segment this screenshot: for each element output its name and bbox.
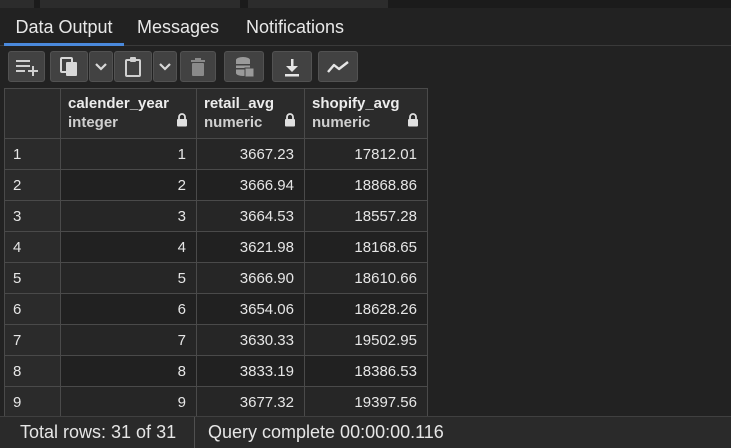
table-row[interactable]: 7 7 3630.33 19502.95: [4, 324, 428, 356]
row-number[interactable]: 9: [4, 386, 61, 416]
cell-calender-year[interactable]: 4: [60, 231, 197, 263]
cell-shopify-avg[interactable]: 19502.95: [304, 324, 428, 356]
row-number[interactable]: 3: [4, 200, 61, 232]
cell-retail-avg[interactable]: 3621.98: [196, 231, 305, 263]
row-number[interactable]: 6: [4, 293, 61, 325]
tab-notifications[interactable]: Notifications: [234, 8, 356, 46]
column-header-retail-avg[interactable]: retail_avg numeric: [196, 88, 305, 139]
row-number-header: [4, 88, 61, 139]
table-row[interactable]: 4 4 3621.98 18168.65: [4, 231, 428, 263]
cell-retail-avg[interactable]: 3630.33: [196, 324, 305, 356]
cell-retail-avg[interactable]: 3664.53: [196, 200, 305, 232]
table-row[interactable]: 9 9 3677.32 19397.56: [4, 386, 428, 416]
cell-shopify-avg[interactable]: 18168.65: [304, 231, 428, 263]
cell-calender-year[interactable]: 3: [60, 200, 197, 232]
column-name: calender_year: [68, 94, 169, 112]
cell-calender-year[interactable]: 5: [60, 262, 197, 294]
top-panel-edge: [0, 0, 731, 8]
grid-header-row: calender_year integer retail_avg numeric: [4, 88, 428, 139]
lock-icon: [177, 112, 187, 126]
status-bar: Total rows: 31 of 31 Query complete 00:0…: [0, 416, 731, 448]
copy-button[interactable]: [50, 51, 88, 82]
table-row[interactable]: 1 1 3667.23 17812.01: [4, 138, 428, 170]
row-number[interactable]: 4: [4, 231, 61, 263]
cell-shopify-avg[interactable]: 18610.66: [304, 262, 428, 294]
download-button[interactable]: [272, 51, 312, 82]
delete-button[interactable]: [180, 51, 216, 82]
lock-icon: [285, 112, 295, 126]
data-toolbar: [0, 46, 731, 88]
cell-retail-avg[interactable]: 3654.06: [196, 293, 305, 325]
cell-shopify-avg[interactable]: 18868.86: [304, 169, 428, 201]
row-number[interactable]: 8: [4, 355, 61, 387]
cell-retail-avg[interactable]: 3833.19: [196, 355, 305, 387]
cell-retail-avg[interactable]: 3666.94: [196, 169, 305, 201]
graph-visualiser-button[interactable]: [318, 51, 358, 82]
table-row[interactable]: 6 6 3654.06 18628.26: [4, 293, 428, 325]
table-row[interactable]: 5 5 3666.90 18610.66: [4, 262, 428, 294]
chevron-down-icon: [159, 62, 171, 71]
cell-shopify-avg[interactable]: 19397.56: [304, 386, 428, 416]
download-icon: [285, 58, 299, 76]
cell-shopify-avg[interactable]: 18386.53: [304, 355, 428, 387]
line-chart-icon: [327, 60, 349, 73]
cell-calender-year[interactable]: 1: [60, 138, 197, 170]
row-number[interactable]: 2: [4, 169, 61, 201]
status-divider: [194, 417, 195, 448]
add-row-button[interactable]: [8, 51, 45, 82]
table-row[interactable]: 2 2 3666.94 18868.86: [4, 169, 428, 201]
cell-shopify-avg[interactable]: 17812.01: [304, 138, 428, 170]
column-name: retail_avg: [204, 94, 275, 112]
database-save-icon: [236, 56, 255, 77]
tab-data-output[interactable]: Data Output: [4, 8, 124, 46]
cell-shopify-avg[interactable]: 18628.26: [304, 293, 428, 325]
total-rows-text: Total rows: 31 of 31: [20, 422, 177, 442]
trash-icon: [191, 57, 205, 76]
cell-calender-year[interactable]: 6: [60, 293, 197, 325]
row-number[interactable]: 5: [4, 262, 61, 294]
cell-calender-year[interactable]: 2: [60, 169, 197, 201]
save-data-button[interactable]: [224, 51, 264, 82]
cell-retail-avg[interactable]: 3667.23: [196, 138, 305, 170]
cell-retail-avg[interactable]: 3666.90: [196, 262, 305, 294]
chevron-down-icon: [95, 62, 107, 71]
column-header-calender-year[interactable]: calender_year integer: [60, 88, 197, 139]
paste-button[interactable]: [114, 51, 152, 82]
clipboard-icon: [125, 56, 141, 77]
data-grid[interactable]: calender_year integer retail_avg numeric: [4, 88, 727, 416]
copy-icon: [60, 56, 77, 76]
query-status-text: Query complete 00:00:00.116: [208, 422, 444, 442]
result-tabs: Data Output Messages Notifications: [0, 8, 731, 46]
cell-retail-avg[interactable]: 3677.32: [196, 386, 305, 416]
table-row[interactable]: 3 3 3664.53 18557.28: [4, 200, 428, 232]
column-header-shopify-avg[interactable]: shopify_avg numeric: [304, 88, 428, 139]
cell-calender-year[interactable]: 7: [60, 324, 197, 356]
lock-icon: [408, 112, 418, 126]
column-name: shopify_avg: [312, 94, 400, 112]
tab-messages[interactable]: Messages: [128, 8, 228, 46]
paste-options-dropdown[interactable]: [153, 51, 177, 82]
copy-options-dropdown[interactable]: [89, 51, 113, 82]
cell-calender-year[interactable]: 8: [60, 355, 197, 387]
cell-calender-year[interactable]: 9: [60, 386, 197, 416]
cell-shopify-avg[interactable]: 18557.28: [304, 200, 428, 232]
add-row-icon: [15, 59, 38, 76]
row-number[interactable]: 1: [4, 138, 61, 170]
row-number[interactable]: 7: [4, 324, 61, 356]
table-row[interactable]: 8 8 3833.19 18386.53: [4, 355, 428, 387]
